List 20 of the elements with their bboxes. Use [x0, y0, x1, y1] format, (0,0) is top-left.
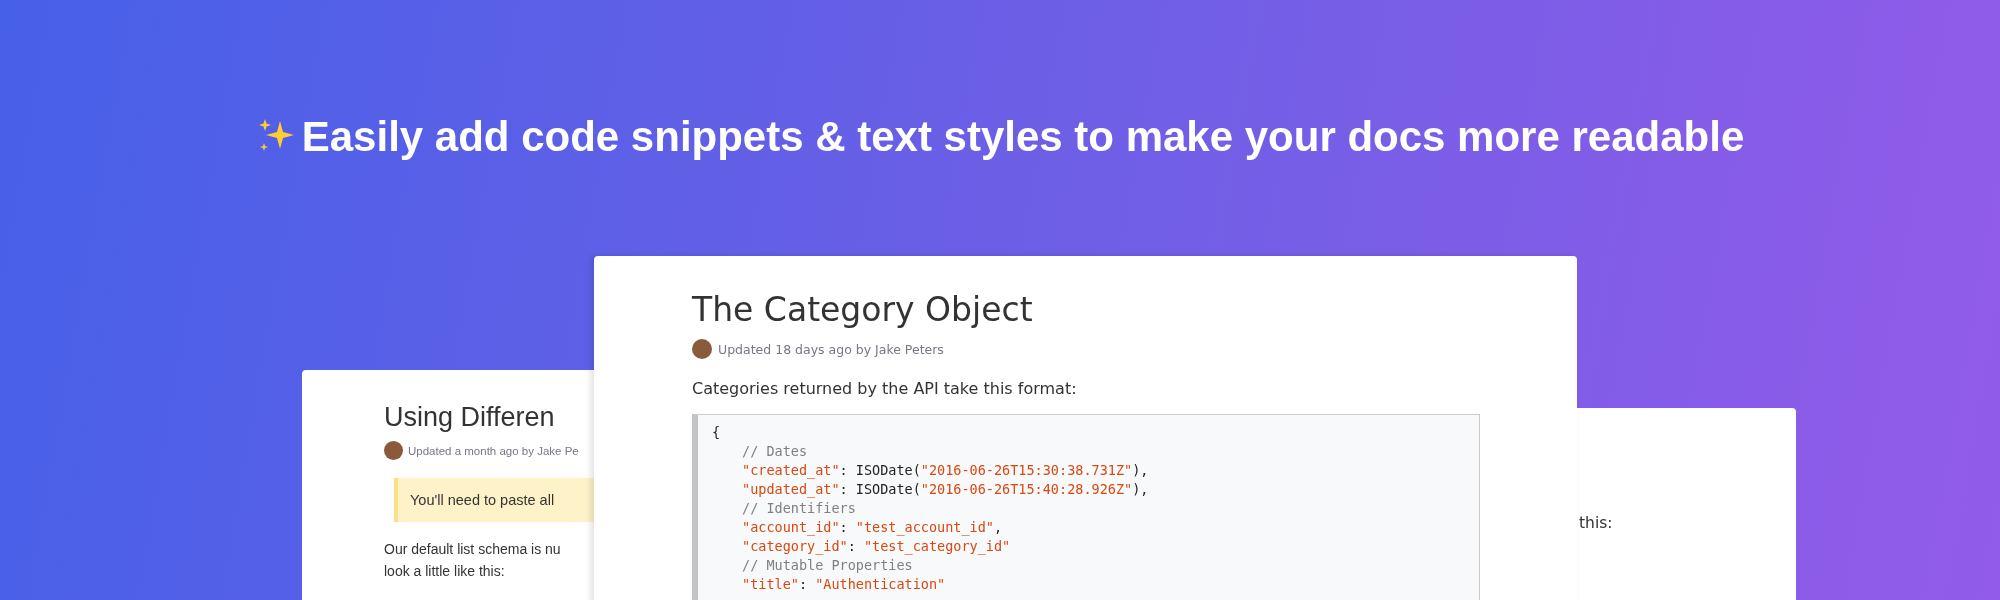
code-line: "account_id": "test_account_id",: [741, 518, 1003, 537]
article-title: Using Differen: [384, 402, 555, 433]
article-meta: Updated 18 days ago by Jake Peters: [718, 341, 944, 357]
code-line: "updated_at": ISODate("2016-06-26T15:40:28.926Z"),: [741, 480, 1149, 499]
article-paragraph: Categories returned by the API take this format:: [692, 379, 1078, 398]
code-line: // Identifiers: [741, 499, 856, 518]
code-line: // Mutable Properties: [741, 556, 913, 575]
code-line: "category_id": "test_category_id": [741, 537, 1011, 556]
headline: Easily add code snippets & text styles to make your docs more readable: [301, 113, 1745, 161]
code-line: // Dates: [741, 442, 808, 461]
article-paragraph: Our default list schema is nu look a little like this:: [384, 540, 561, 581]
code-line: "created_at": ISODate("2016-06-26T15:30:38.731Z"),: [741, 461, 1149, 480]
avatar-icon: [692, 339, 712, 359]
article-meta: Updated a month ago by Jake Pe: [408, 444, 579, 457]
code-line: {: [712, 423, 721, 442]
article-paragraph: this:: [1579, 514, 1614, 532]
code-line: "title": "Authentication": [741, 575, 946, 594]
notice-callout: You'll need to paste all: [394, 478, 594, 522]
avatar-icon: [384, 441, 403, 460]
article-title: The Category Object: [692, 290, 1034, 329]
